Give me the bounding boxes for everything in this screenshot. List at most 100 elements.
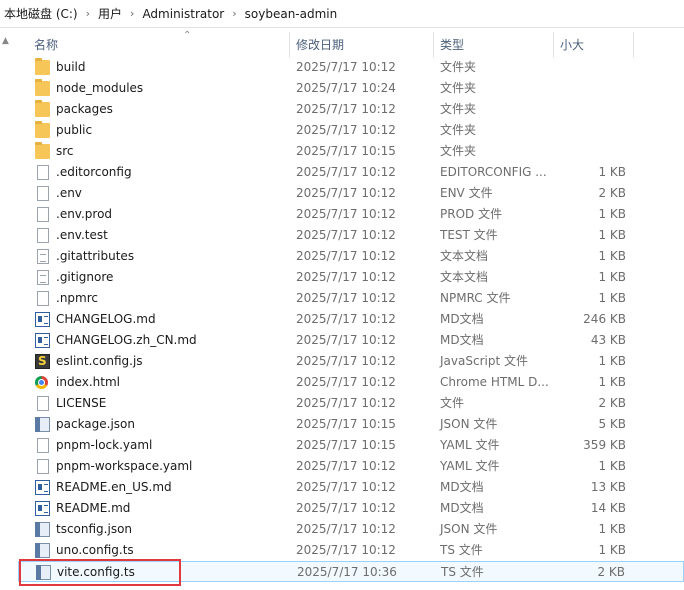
file-row[interactable]: vite.config.ts 2025/7/17 10:36 TS 文件 2 KB (18, 561, 684, 582)
file-name: CHANGELOG.md (56, 312, 156, 326)
breadcrumb-users[interactable]: 用户 (98, 5, 122, 22)
column-header: ⌃ 名称 修改日期 类型 小大 (0, 30, 684, 58)
markdown-icon (35, 480, 50, 495)
file-type: MD文档 (440, 312, 484, 326)
text-file-icon (37, 249, 49, 264)
breadcrumb-current-folder[interactable]: soybean-admin (245, 7, 338, 21)
folder-icon (35, 79, 50, 96)
file-row[interactable]: uno.config.ts 2025/7/17 10:12 TS 文件 1 KB (18, 540, 684, 561)
file-row[interactable]: LICENSE 2025/7/17 10:12 文件 2 KB (18, 393, 684, 414)
file-row[interactable]: .env 2025/7/17 10:12 ENV 文件 2 KB (18, 183, 684, 204)
file-date: 2025/7/17 10:12 (296, 312, 396, 326)
file-row[interactable]: packages 2025/7/17 10:12 文件夹 (18, 99, 684, 120)
file-date: 2025/7/17 10:24 (296, 81, 396, 95)
file-icon (37, 459, 49, 474)
file-row[interactable]: .env.test 2025/7/17 10:12 TEST 文件 1 KB (18, 225, 684, 246)
file-name: packages (56, 102, 113, 116)
file-row[interactable]: .editorconfig 2025/7/17 10:12 EDITORCONFIG… (18, 162, 684, 183)
file-name: CHANGELOG.zh_CN.md (56, 333, 197, 347)
file-type: 文件夹 (440, 144, 477, 158)
file-row[interactable]: .gitattributes 2025/7/17 10:12 文本文档 1 KB (18, 246, 684, 267)
file-date: 2025/7/17 10:12 (296, 123, 396, 137)
file-row[interactable]: node_modules 2025/7/17 10:24 文件夹 (18, 78, 684, 99)
file-date: 2025/7/17 10:12 (296, 102, 396, 116)
file-row[interactable]: CHANGELOG.md 2025/7/17 10:12 MD文档 246 KB (18, 309, 684, 330)
file-type: 文件夹 (440, 123, 477, 137)
file-row[interactable]: .gitignore 2025/7/17 10:12 文本文档 1 KB (18, 267, 684, 288)
file-type: MD文档 (440, 480, 484, 494)
file-type: JSON 文件 (440, 522, 498, 536)
file-row[interactable]: README.md 2025/7/17 10:12 MD文档 14 KB (18, 498, 684, 519)
column-header-date-label: 修改日期 (296, 38, 345, 52)
file-type: MD文档 (440, 333, 484, 347)
file-type: Chrome HTML D... (440, 375, 549, 389)
file-name: eslint.config.js (56, 354, 143, 368)
file-row[interactable]: pnpm-lock.yaml 2025/7/17 10:15 YAML 文件 359 … (18, 435, 684, 456)
file-type: 文本文档 (440, 249, 489, 263)
column-header-type-label: 类型 (440, 38, 465, 52)
file-row[interactable]: build 2025/7/17 10:12 文件夹 (18, 57, 684, 78)
file-date: 2025/7/17 10:12 (296, 354, 396, 368)
file-date: 2025/7/17 10:12 (296, 375, 396, 389)
json-icon (35, 522, 50, 537)
column-header-date[interactable]: 修改日期 (290, 32, 434, 58)
file-date: 2025/7/17 10:12 (296, 396, 396, 410)
file-name: .env.test (56, 228, 108, 242)
markdown-icon (35, 312, 50, 327)
file-date: 2025/7/17 10:12 (296, 459, 396, 473)
file-size: 2 KB (598, 396, 626, 410)
file-size: 246 KB (583, 312, 626, 326)
file-name: package.json (56, 417, 136, 431)
json-icon (35, 417, 50, 432)
address-bar[interactable]: 本地磁盘 (C:) › 用户 › Administrator › soybean… (0, 0, 684, 28)
column-header-name-label: 名称 (34, 38, 59, 52)
file-type: 文件夹 (440, 81, 477, 95)
file-icon (37, 207, 49, 222)
markdown-icon (35, 333, 50, 348)
breadcrumb-drive[interactable]: 本地磁盘 (C:) (4, 5, 78, 22)
javascript-icon (35, 351, 50, 372)
folder-icon (35, 58, 50, 75)
file-row[interactable]: src 2025/7/17 10:15 文件夹 (18, 141, 684, 162)
column-header-name[interactable]: ⌃ 名称 (28, 30, 290, 58)
file-type: PROD 文件 (440, 207, 503, 221)
file-size: 359 KB (583, 438, 626, 452)
file-row[interactable]: tsconfig.json 2025/7/17 10:12 JSON 文件 1 KB (18, 519, 684, 540)
file-date: 2025/7/17 10:12 (296, 522, 396, 536)
file-row[interactable]: CHANGELOG.zh_CN.md 2025/7/17 10:12 MD文档 43 … (18, 330, 684, 351)
breadcrumb-separator: › (130, 7, 135, 20)
file-date: 2025/7/17 10:15 (296, 144, 396, 158)
file-row[interactable]: .npmrc 2025/7/17 10:12 NPMRC 文件 1 KB (18, 288, 684, 309)
sort-ascending-icon: ⌃ (183, 30, 192, 41)
file-date: 2025/7/17 10:36 (297, 565, 397, 579)
file-date: 2025/7/17 10:15 (296, 417, 396, 431)
file-row[interactable]: README.en_US.md 2025/7/17 10:12 MD文档 13 KB (18, 477, 684, 498)
file-row[interactable]: .env.prod 2025/7/17 10:12 PROD 文件 1 KB (18, 204, 684, 225)
text-file-icon (37, 270, 49, 285)
file-date: 2025/7/17 10:12 (296, 228, 396, 242)
json-icon (36, 565, 51, 580)
file-row[interactable]: index.html 2025/7/17 10:12 Chrome HTML D..… (18, 372, 684, 393)
file-size: 2 KB (598, 186, 626, 200)
file-type: 文件夹 (440, 102, 477, 116)
file-name: src (56, 144, 74, 158)
column-header-type[interactable]: 类型 (434, 32, 554, 58)
file-date: 2025/7/17 10:12 (296, 186, 396, 200)
column-header-size[interactable]: 小大 (554, 32, 634, 58)
breadcrumb-administrator[interactable]: Administrator (142, 7, 224, 21)
file-size: 1 KB (598, 375, 626, 389)
file-size: 1 KB (598, 207, 626, 221)
file-type: ENV 文件 (440, 186, 493, 200)
file-type: JavaScript 文件 (440, 354, 528, 368)
file-type: YAML 文件 (440, 459, 500, 473)
file-name: .env.prod (56, 207, 113, 221)
file-type: TS 文件 (441, 565, 484, 579)
file-date: 2025/7/17 10:12 (296, 543, 396, 557)
column-header-size-label: 小大 (560, 38, 585, 52)
file-row[interactable]: eslint.config.js 2025/7/17 10:12 JavaScrip… (18, 351, 684, 372)
file-row[interactable]: package.json 2025/7/17 10:15 JSON 文件 5 KB (18, 414, 684, 435)
file-name: uno.config.ts (56, 543, 134, 557)
file-row[interactable]: pnpm-workspace.yaml 2025/7/17 10:12 YAML 文… (18, 456, 684, 477)
file-row[interactable]: public 2025/7/17 10:12 文件夹 (18, 120, 684, 141)
file-size: 1 KB (598, 522, 626, 536)
